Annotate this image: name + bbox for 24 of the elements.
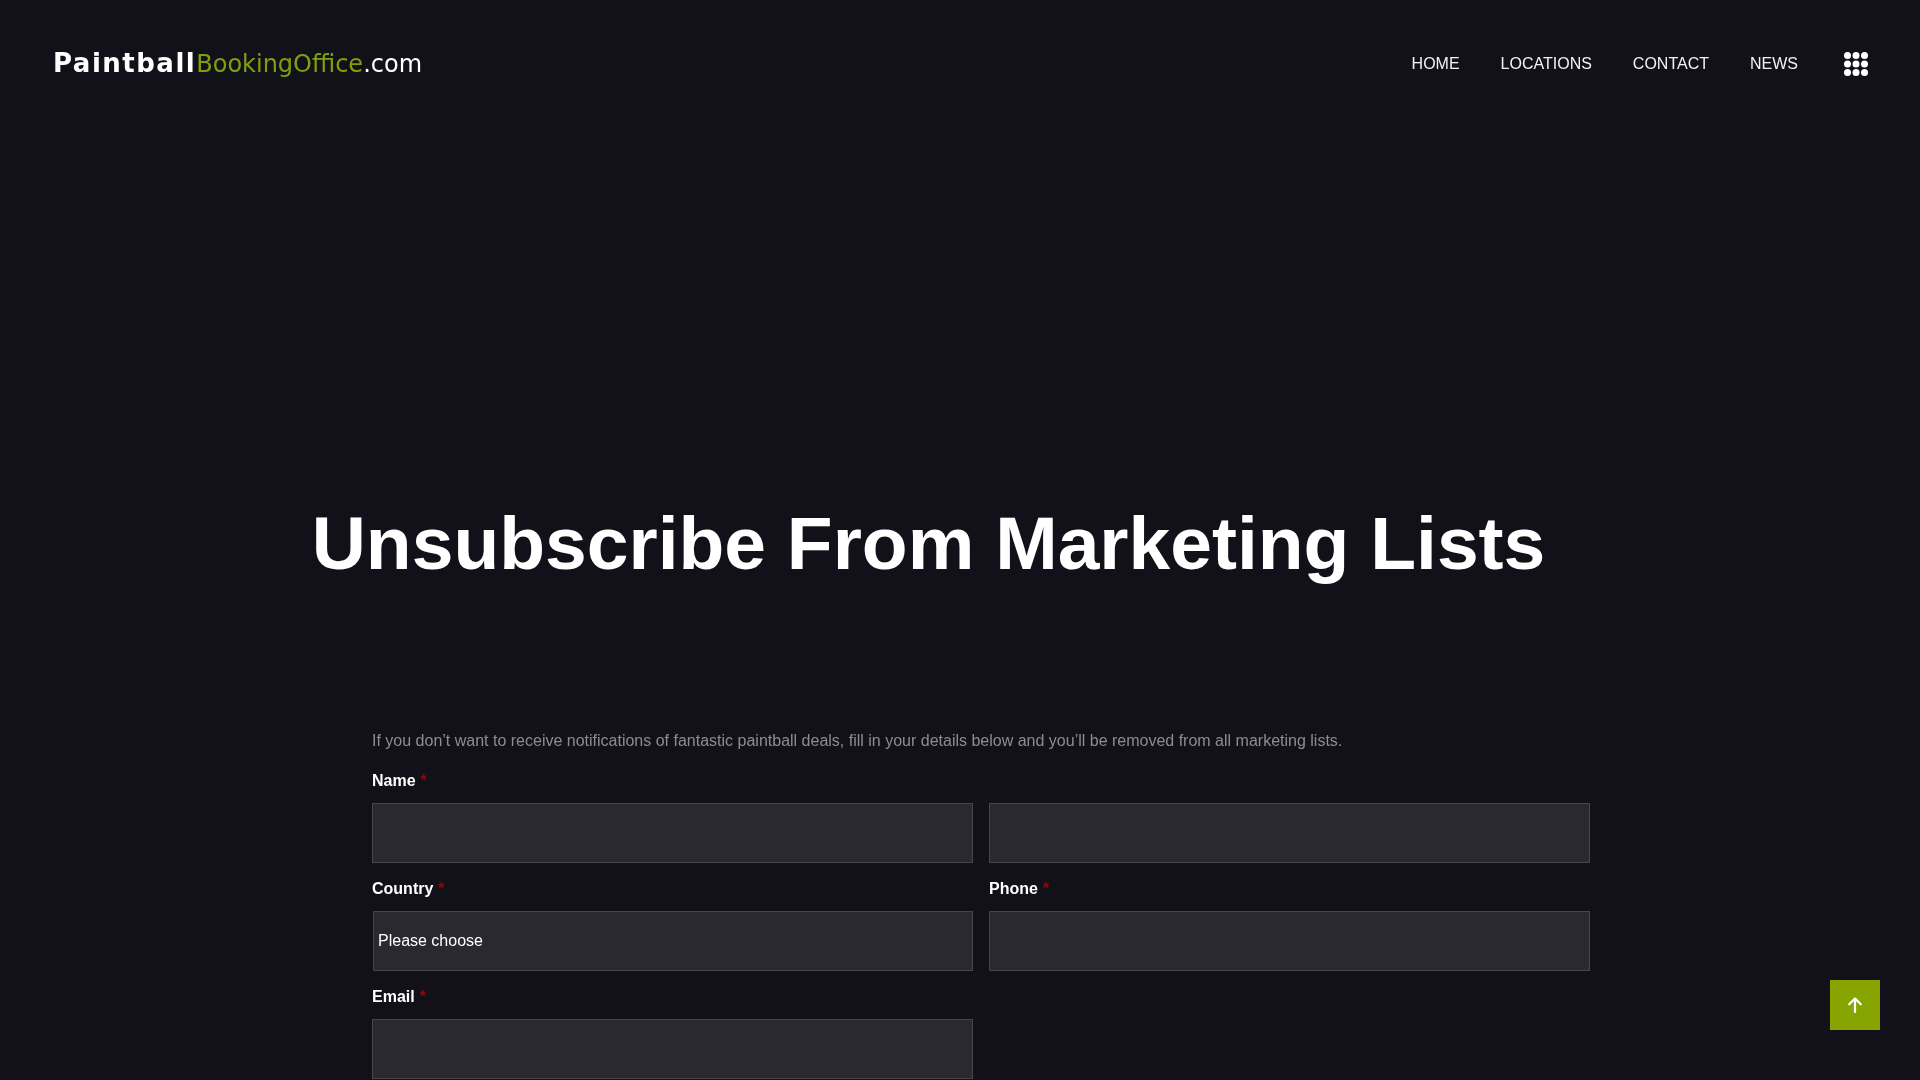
select-field[interactable]: Please choose (373, 911, 973, 971)
required-mark: * (438, 879, 445, 899)
page-title: Unsubscribe From Marketing Lists (311, 500, 1546, 586)
nav-link[interactable]: CONTACT (1632, 48, 1709, 80)
nav-link[interactable]: LOCATIONS (1500, 48, 1592, 80)
field-label: Name (372, 771, 416, 791)
nav-link[interactable]: HOME (1411, 48, 1460, 80)
back-to-top-button[interactable] (1830, 980, 1880, 1030)
field-label: Country (372, 879, 434, 899)
input-field[interactable] (989, 803, 1590, 863)
required-mark: * (420, 771, 427, 791)
required-mark: * (419, 987, 426, 1007)
site-logo[interactable]: Paintball BookingOffice.com (53, 48, 423, 80)
nav-link[interactable]: NEWS (1750, 48, 1798, 80)
required-mark: * (1042, 879, 1050, 899)
menu-button[interactable] (1844, 52, 1868, 76)
dots-grid-icon (1844, 52, 1868, 76)
field-label: Phone (989, 879, 1038, 899)
field-label: Email (372, 987, 415, 1007)
input-field[interactable] (372, 803, 973, 863)
arrow-up-icon (1848, 997, 1862, 1013)
input-field[interactable] (372, 1019, 973, 1079)
input-field[interactable] (989, 911, 1590, 971)
intro-text: If you don’t want to receive notifications of fantastic paintball deals, fill in your details below and you’ll be removed from all marketing lists. (372, 731, 1343, 751)
